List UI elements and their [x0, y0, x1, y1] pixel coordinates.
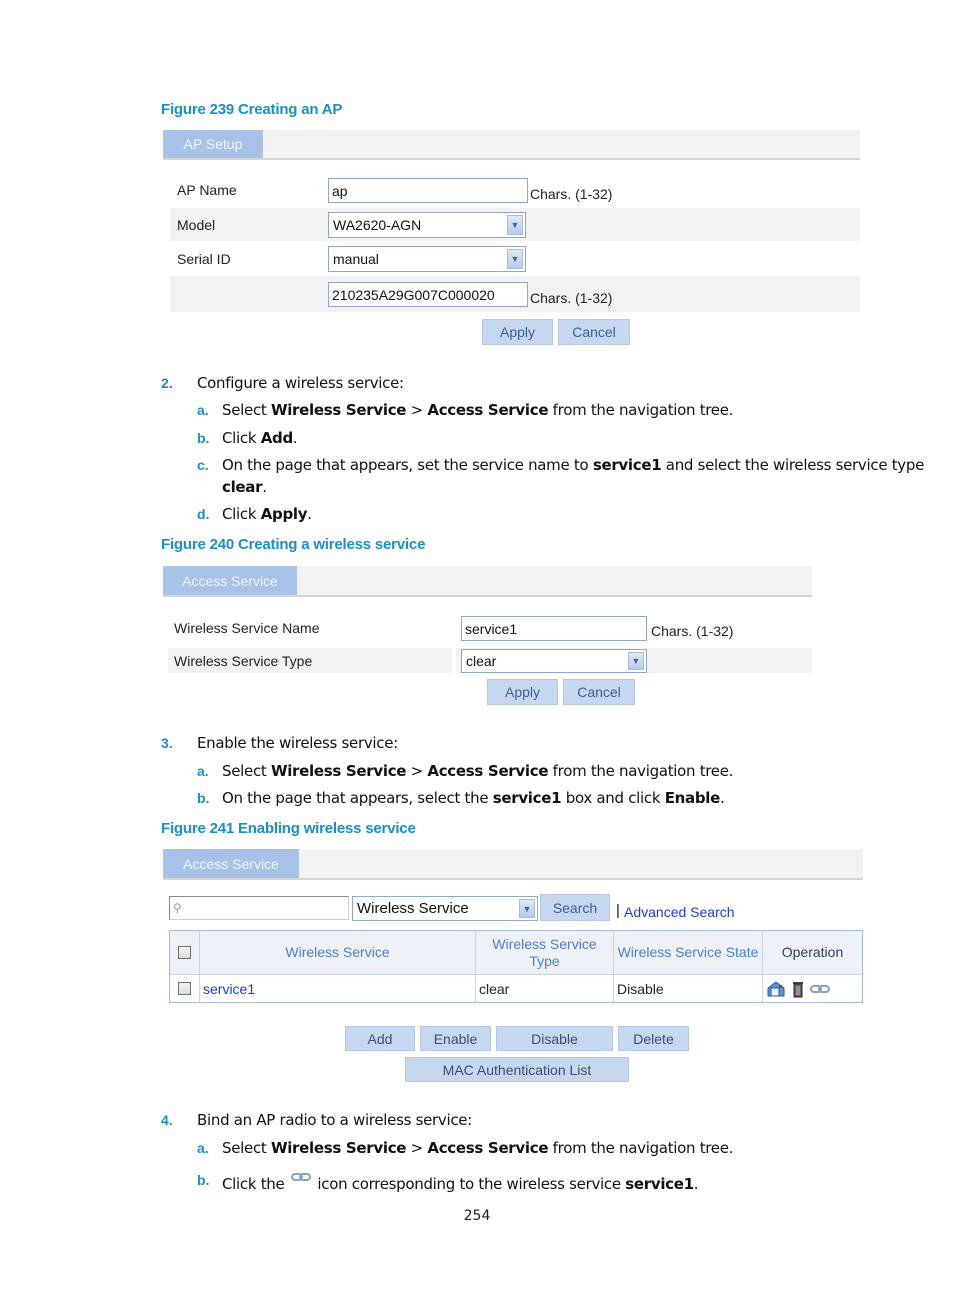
- services-table: Wireless Service Wireless Service Type W…: [169, 930, 863, 1003]
- header-operation: Operation: [763, 931, 862, 974]
- tab-bar: Access Service: [163, 849, 863, 880]
- step-3-number: 3.: [161, 735, 173, 751]
- model-select-value: WA2620-AGN: [333, 217, 422, 233]
- step-4-text: Bind an AP radio to a wireless service:: [197, 1111, 472, 1129]
- search-filter-value: Wireless Service: [357, 900, 469, 917]
- step-2c-text: On the page that appears, set the servic…: [222, 456, 925, 474]
- bind-icon: [290, 1173, 311, 1181]
- step-3b-letter: b.: [197, 790, 210, 806]
- step-2d-text: Click Apply.: [222, 505, 312, 523]
- service-type-label: Wireless Service Type: [174, 653, 313, 669]
- figure-241-caption: Figure 241 Enabling wireless service: [161, 820, 416, 837]
- serial-id-label: Serial ID: [177, 251, 231, 267]
- cancel-button[interactable]: Cancel: [563, 679, 635, 705]
- model-label: Model: [177, 217, 216, 233]
- step-3b-text: On the page that appears, select the ser…: [222, 789, 725, 807]
- step-4a-text: Select Wireless Service > Access Service…: [222, 1139, 734, 1157]
- ap-name-hint: Chars. (1-32): [530, 186, 613, 202]
- step-4b-text: Click the icon corresponding to the wire…: [222, 1171, 699, 1193]
- step-2a-letter: a.: [197, 402, 209, 418]
- serial-number-hint: Chars. (1-32): [530, 290, 613, 306]
- step-3a-letter: a.: [197, 763, 209, 779]
- page-number: 254: [463, 1208, 491, 1224]
- row-select-cell: [170, 974, 200, 1002]
- serial-number-input[interactable]: 210235A29G007C000020: [328, 282, 528, 307]
- step-3-text: Enable the wireless service:: [197, 734, 398, 752]
- delete-button[interactable]: Delete: [618, 1026, 689, 1051]
- search-input[interactable]: ⚲: [169, 896, 349, 920]
- disable-button[interactable]: Disable: [496, 1026, 613, 1051]
- step-2b-letter: b.: [197, 430, 210, 446]
- chevron-down-icon[interactable]: ▼: [507, 249, 523, 269]
- service-type-cell: clear: [476, 974, 614, 1002]
- service-state-cell: Disable: [614, 974, 763, 1002]
- operation-cell: [763, 974, 862, 1002]
- search-icon: ⚲: [173, 901, 182, 915]
- step-4a-letter: a.: [197, 1140, 209, 1156]
- step-2c-letter: c.: [197, 457, 209, 473]
- step-2b-text: Click Add.: [222, 429, 298, 447]
- tab-bar: AP Setup: [163, 130, 860, 160]
- search-button[interactable]: Search: [540, 894, 610, 921]
- tab-access-service[interactable]: Access Service: [163, 849, 299, 878]
- select-all-checkbox[interactable]: [178, 946, 191, 959]
- header-service-type[interactable]: Wireless Service Type: [476, 931, 614, 974]
- step-2d-letter: d.: [197, 506, 210, 522]
- header-service-state[interactable]: Wireless Service State: [614, 931, 763, 974]
- select-all-cell: [170, 931, 200, 974]
- ap-name-input[interactable]: ap: [328, 178, 528, 203]
- apply-button[interactable]: Apply: [487, 679, 558, 705]
- mac-authentication-list-button[interactable]: MAC Authentication List: [405, 1057, 629, 1082]
- step-3a-text: Select Wireless Service > Access Service…: [222, 762, 734, 780]
- tab-ap-setup[interactable]: AP Setup: [163, 130, 263, 158]
- step-2-number: 2.: [161, 375, 173, 391]
- enable-button[interactable]: Enable: [420, 1026, 491, 1051]
- step-4-number: 4.: [161, 1112, 173, 1128]
- summary-icon[interactable]: [766, 980, 786, 998]
- figure-240-caption: Figure 240 Creating a wireless service: [161, 536, 426, 553]
- service-type-select[interactable]: clear ▼: [461, 649, 647, 673]
- serial-id-select[interactable]: manual ▼: [328, 246, 526, 272]
- cancel-button[interactable]: Cancel: [558, 319, 630, 345]
- step-2a-text: Select Wireless Service > Access Service…: [222, 401, 734, 419]
- delete-icon[interactable]: [792, 980, 804, 998]
- chevron-down-icon[interactable]: ▼: [507, 215, 523, 235]
- apply-button[interactable]: Apply: [482, 319, 553, 345]
- step-4b-letter: b.: [197, 1172, 210, 1188]
- service-type-select-value: clear: [466, 653, 497, 669]
- service-name-hint: Chars. (1-32): [651, 623, 734, 639]
- separator: |: [616, 902, 620, 919]
- figure-239-caption: Figure 239 Creating an AP: [161, 101, 343, 118]
- model-select[interactable]: WA2620-AGN ▼: [328, 212, 526, 238]
- tab-bar: Access Service: [163, 566, 812, 597]
- header-wireless-service[interactable]: Wireless Service: [200, 931, 476, 974]
- chevron-down-icon[interactable]: ▼: [519, 899, 535, 918]
- advanced-search-link[interactable]: Advanced Search: [624, 904, 735, 920]
- step-2c-text-cont: clear.: [222, 478, 267, 496]
- chevron-down-icon[interactable]: ▼: [628, 652, 644, 670]
- service-name-cell[interactable]: service1: [200, 974, 476, 1002]
- service-name-input[interactable]: service1: [461, 616, 647, 641]
- row-checkbox[interactable]: [178, 982, 191, 995]
- step-2-text: Configure a wireless service:: [197, 374, 404, 392]
- ap-name-label: AP Name: [177, 182, 237, 198]
- add-button[interactable]: Add: [345, 1026, 415, 1051]
- search-filter-select[interactable]: Wireless Service ▼: [352, 896, 538, 921]
- tab-access-service[interactable]: Access Service: [163, 566, 297, 595]
- service-name-label: Wireless Service Name: [174, 620, 320, 636]
- bind-icon[interactable]: [810, 983, 830, 995]
- serial-id-select-value: manual: [333, 251, 379, 267]
